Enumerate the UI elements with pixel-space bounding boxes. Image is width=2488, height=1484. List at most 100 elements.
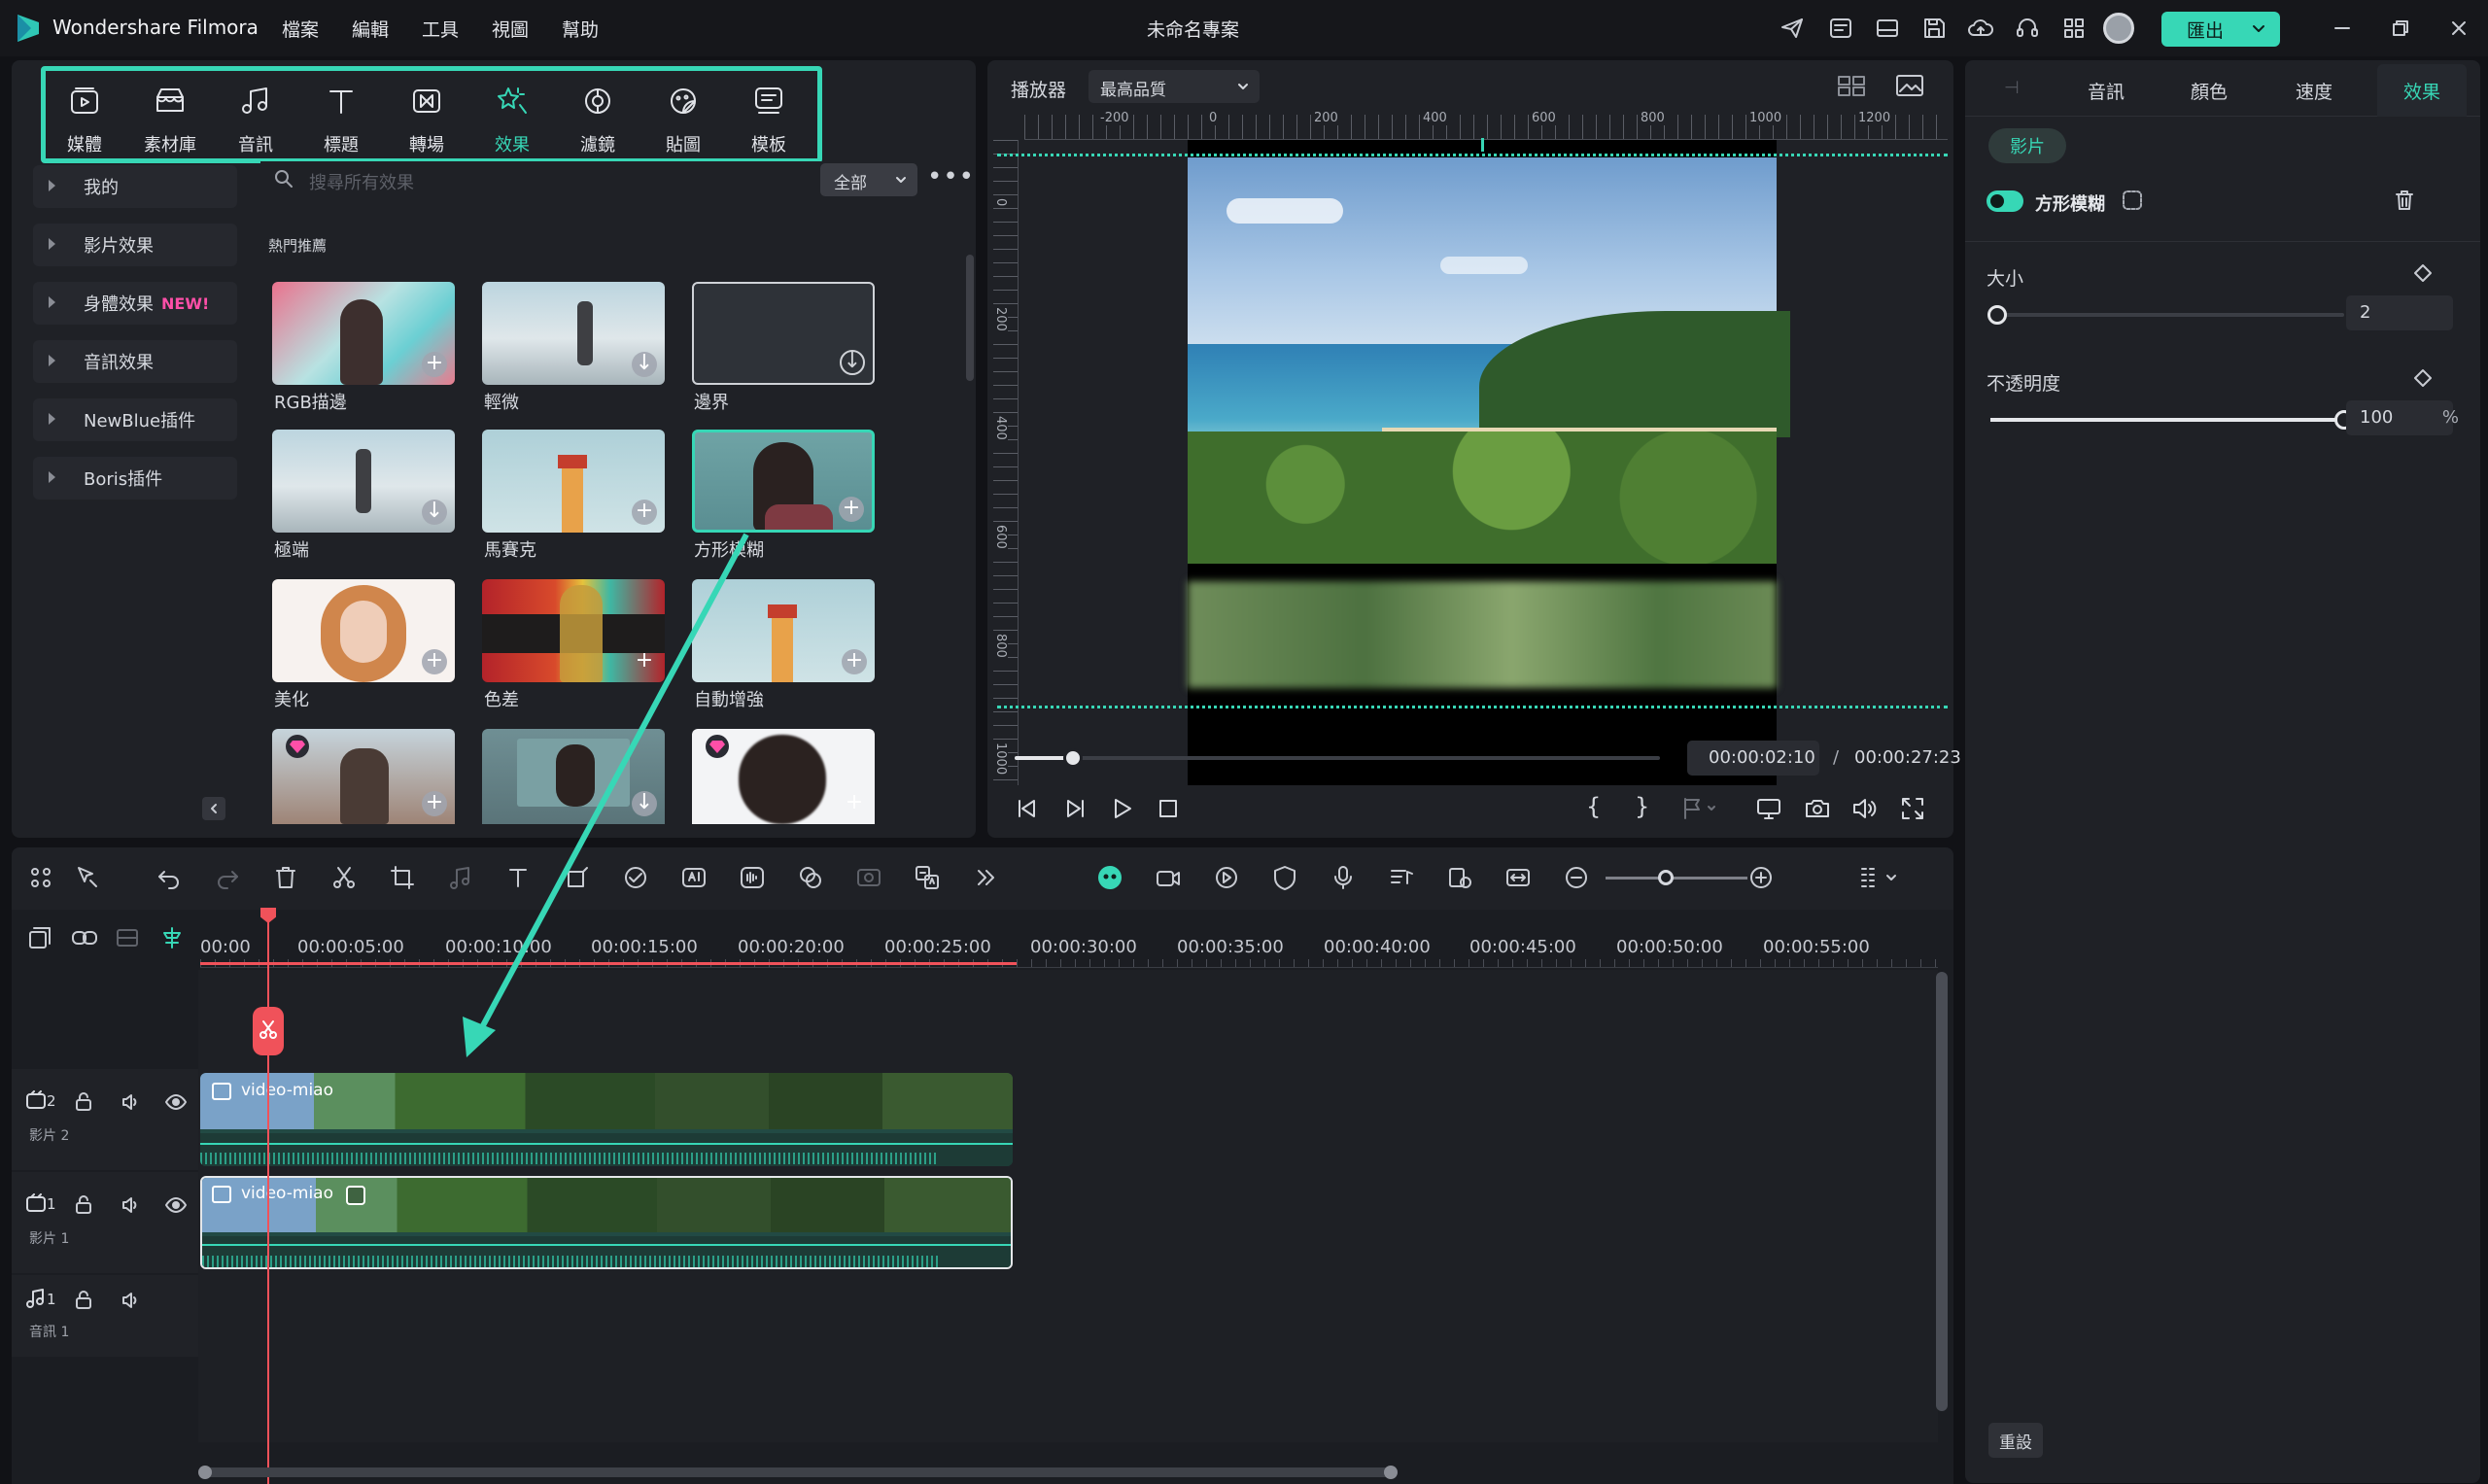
visibility-eye-icon[interactable]	[165, 1092, 187, 1116]
more-tools-icon[interactable]	[968, 860, 1003, 895]
effect-slight-thumb[interactable]: ↓	[482, 282, 665, 385]
video-clip-selected[interactable]: video-miao	[200, 1176, 1013, 1269]
opacity-value-field[interactable]: 100%	[2346, 400, 2459, 435]
minimize-icon[interactable]	[2323, 9, 2362, 48]
playback-progress-bar[interactable]	[1015, 748, 1660, 768]
tab-stock[interactable]: 素材庫	[131, 71, 209, 168]
next-frame-icon[interactable]	[1061, 795, 1088, 826]
motion-track-icon[interactable]	[793, 860, 828, 895]
effect-border-thumb[interactable]: ↓	[692, 282, 875, 385]
delete-icon[interactable]	[268, 860, 303, 895]
record-video-icon[interactable]	[1151, 860, 1186, 895]
playhead[interactable]	[267, 910, 269, 1484]
link-icon[interactable]	[70, 925, 99, 954]
zoom-slider[interactable]	[1606, 870, 1747, 885]
chevron-down-icon[interactable]	[2251, 19, 2266, 41]
fullscreen-icon[interactable]	[1899, 795, 1926, 826]
export-button[interactable]: 匯出	[2161, 12, 2280, 47]
tab-speed-props[interactable]: 速度	[2296, 78, 2332, 104]
shield-icon[interactable]	[1267, 860, 1302, 895]
tab-template[interactable]: 模板	[730, 71, 808, 168]
sidebar-item-mine[interactable]: 我的	[33, 165, 237, 208]
tab-filter[interactable]: 濾鏡	[559, 71, 637, 168]
quality-select[interactable]: 最高品質	[1088, 70, 1260, 103]
collapse-sidebar-button[interactable]	[202, 797, 225, 820]
auto-ripple-icon[interactable]	[115, 925, 140, 954]
menu-edit[interactable]: 編輯	[352, 16, 389, 42]
microphone-icon[interactable]	[1326, 860, 1361, 895]
snap-magnet-icon[interactable]	[159, 925, 185, 954]
timeline-vertical-scrollbar[interactable]	[1936, 972, 1948, 1411]
zoom-knob[interactable]	[1658, 870, 1674, 885]
sidebar-item-boris[interactable]: Boris插件	[33, 457, 237, 500]
effect-square-blur-thumb[interactable]: +	[692, 430, 875, 533]
marker-icon[interactable]	[1679, 795, 1718, 826]
save-icon[interactable]	[1915, 9, 1953, 48]
visibility-eye-icon[interactable]	[165, 1195, 187, 1219]
effect-enable-toggle[interactable]	[1987, 190, 2023, 212]
grid-view-icon[interactable]	[1837, 74, 1866, 101]
sidebar-item-video-effects[interactable]: 影片效果	[33, 224, 237, 266]
split-here-button[interactable]	[253, 1007, 284, 1055]
zoom-out-icon[interactable]	[1559, 860, 1594, 895]
scroll-knob-right[interactable]	[1384, 1466, 1398, 1479]
sidebar-item-newblue[interactable]: NewBlue插件	[33, 398, 237, 441]
timeline-horizontal-scrollbar[interactable]	[198, 1466, 1398, 1479]
mark-in-icon[interactable]: {	[1586, 793, 1601, 820]
add-icon[interactable]: +	[422, 649, 447, 674]
display-settings-icon[interactable]	[1755, 795, 1782, 826]
more-options-icon[interactable]: •••	[927, 164, 975, 190]
effect-mosaic-thumb[interactable]: +	[482, 430, 665, 533]
mute-track-icon[interactable]	[121, 1195, 140, 1219]
delete-effect-icon[interactable]	[2393, 189, 2416, 216]
lock-track-icon[interactable]	[74, 1092, 93, 1116]
tab-color-props[interactable]: 顏色	[2191, 78, 2228, 104]
add-icon[interactable]: +	[842, 791, 867, 816]
play-icon[interactable]	[1108, 795, 1135, 826]
add-icon[interactable]: +	[422, 352, 447, 377]
tab-effects-props[interactable]: 效果	[2377, 64, 2467, 117]
mute-track-icon[interactable]	[121, 1092, 140, 1116]
video-chip[interactable]: 影片	[1988, 128, 2066, 163]
tab-sticker[interactable]: 貼圖	[644, 71, 722, 168]
menu-help[interactable]: 幫助	[562, 16, 599, 42]
size-value-field[interactable]: 2	[2346, 295, 2453, 330]
camera-snapshot-icon[interactable]	[1804, 795, 1831, 826]
split-scissors-icon[interactable]	[327, 860, 362, 895]
auto-reframe-icon[interactable]	[1442, 860, 1477, 895]
tab-effects[interactable]: 效果	[473, 71, 551, 168]
crop-icon[interactable]	[385, 860, 420, 895]
menu-tools[interactable]: 工具	[422, 16, 459, 42]
search-input[interactable]: 搜尋所有效果	[309, 169, 414, 194]
add-track-icon[interactable]	[27, 925, 52, 954]
add-icon[interactable]: +	[842, 649, 867, 674]
previous-frame-icon[interactable]	[1013, 795, 1040, 826]
current-time-field[interactable]: 00:00:02:10	[1687, 741, 1819, 776]
tab-audio-props[interactable]: 音訊	[2088, 78, 2125, 104]
mute-track-icon[interactable]	[121, 1291, 140, 1314]
download-icon[interactable]: ↓	[422, 500, 447, 525]
tab-title[interactable]: 標題	[302, 71, 380, 168]
fit-timeline-icon[interactable]	[1501, 860, 1536, 895]
reset-button[interactable]: 重設	[1988, 1423, 2043, 1458]
add-icon[interactable]: +	[632, 500, 657, 525]
add-icon[interactable]: +	[422, 791, 447, 816]
tab-media[interactable]: 媒體	[46, 71, 123, 168]
size-keyframe-icon[interactable]	[2412, 262, 2434, 288]
opacity-slider[interactable]	[1990, 410, 2354, 430]
lock-track-icon[interactable]	[74, 1195, 93, 1219]
apps-grid-icon[interactable]	[2055, 9, 2093, 48]
layout-icon[interactable]	[1868, 9, 1907, 48]
effect-rgb-stroke-thumb[interactable]: +	[272, 282, 455, 385]
restore-icon[interactable]	[2381, 9, 2420, 48]
effect-extreme-thumb[interactable]: ↓	[272, 430, 455, 533]
voiceover-list-icon[interactable]	[1384, 860, 1419, 895]
send-icon[interactable]	[1773, 9, 1812, 48]
library-scrollbar[interactable]	[966, 255, 974, 381]
download-icon[interactable]: ↓	[840, 350, 865, 375]
select-tool-icon[interactable]	[70, 860, 105, 895]
translate-icon[interactable]	[910, 860, 945, 895]
render-preview-icon[interactable]	[1209, 860, 1244, 895]
cloud-upload-icon[interactable]	[1961, 9, 2000, 48]
effect-preset-icon[interactable]	[2121, 189, 2144, 216]
